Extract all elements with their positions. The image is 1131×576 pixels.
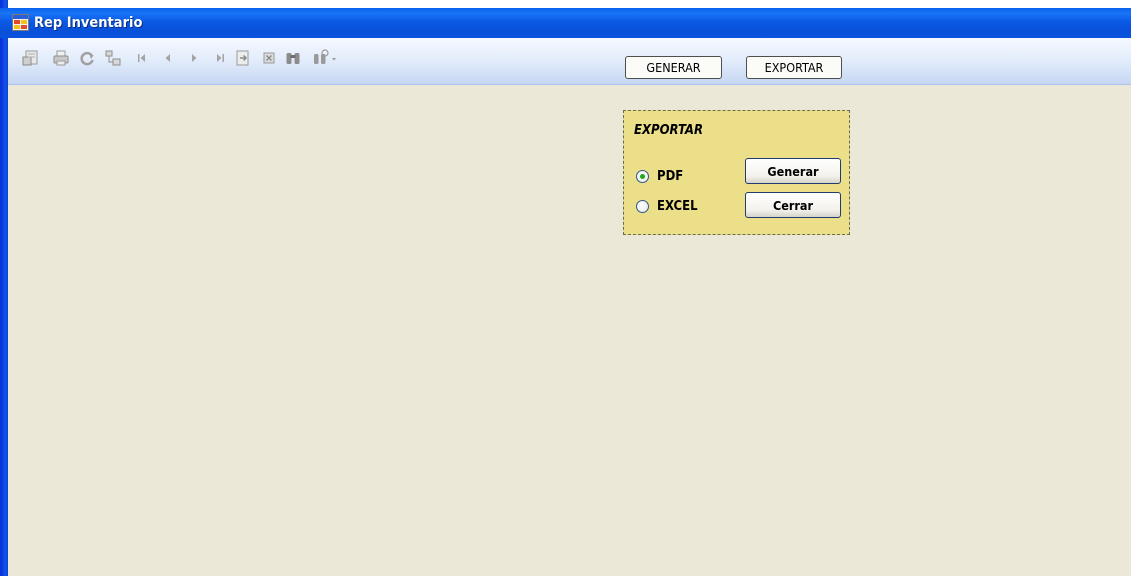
export-panel-title: EXPORTAR xyxy=(634,123,703,138)
app-window: Rep Inventario GENERAR EXPORTAR EXPORTAR… xyxy=(0,0,1131,576)
exportar-toolbar-button[interactable]: EXPORTAR xyxy=(746,56,842,79)
first-page-icon[interactable] xyxy=(133,49,151,67)
pdf-radio-button[interactable] xyxy=(636,169,649,183)
print-icon[interactable] xyxy=(52,49,70,67)
export-report-icon[interactable] xyxy=(22,49,40,67)
generar-toolbar-button[interactable]: GENERAR xyxy=(625,56,722,79)
toggle-group-tree-icon[interactable] xyxy=(104,49,122,67)
last-page-icon[interactable] xyxy=(211,49,229,67)
next-page-icon[interactable] xyxy=(185,49,203,67)
pdf-radio-option[interactable]: PDF xyxy=(636,166,683,186)
report-viewer-area: EXPORTAR PDF EXCEL Generar Cerrar xyxy=(8,85,1131,576)
excel-radio-option[interactable]: EXCEL xyxy=(636,196,698,216)
report-toolbar: GENERAR EXPORTAR xyxy=(8,38,1131,85)
generar-button[interactable]: Generar xyxy=(745,158,841,184)
excel-radio-label: EXCEL xyxy=(657,198,698,214)
app-icon xyxy=(12,14,29,31)
window-frame-left xyxy=(0,0,8,576)
zoom-icon[interactable] xyxy=(312,49,338,67)
find-icon[interactable] xyxy=(284,49,302,67)
go-to-page-icon[interactable] xyxy=(234,49,252,67)
export-panel: EXPORTAR PDF EXCEL Generar Cerrar xyxy=(623,110,850,235)
excel-radio-button[interactable] xyxy=(636,199,649,213)
stop-icon[interactable] xyxy=(260,49,278,67)
title-bar[interactable]: Rep Inventario xyxy=(0,8,1131,38)
refresh-icon[interactable] xyxy=(78,49,96,67)
cerrar-button[interactable]: Cerrar xyxy=(745,192,841,218)
window-title: Rep Inventario xyxy=(34,15,143,31)
previous-page-icon[interactable] xyxy=(159,49,177,67)
pdf-radio-label: PDF xyxy=(657,168,684,184)
